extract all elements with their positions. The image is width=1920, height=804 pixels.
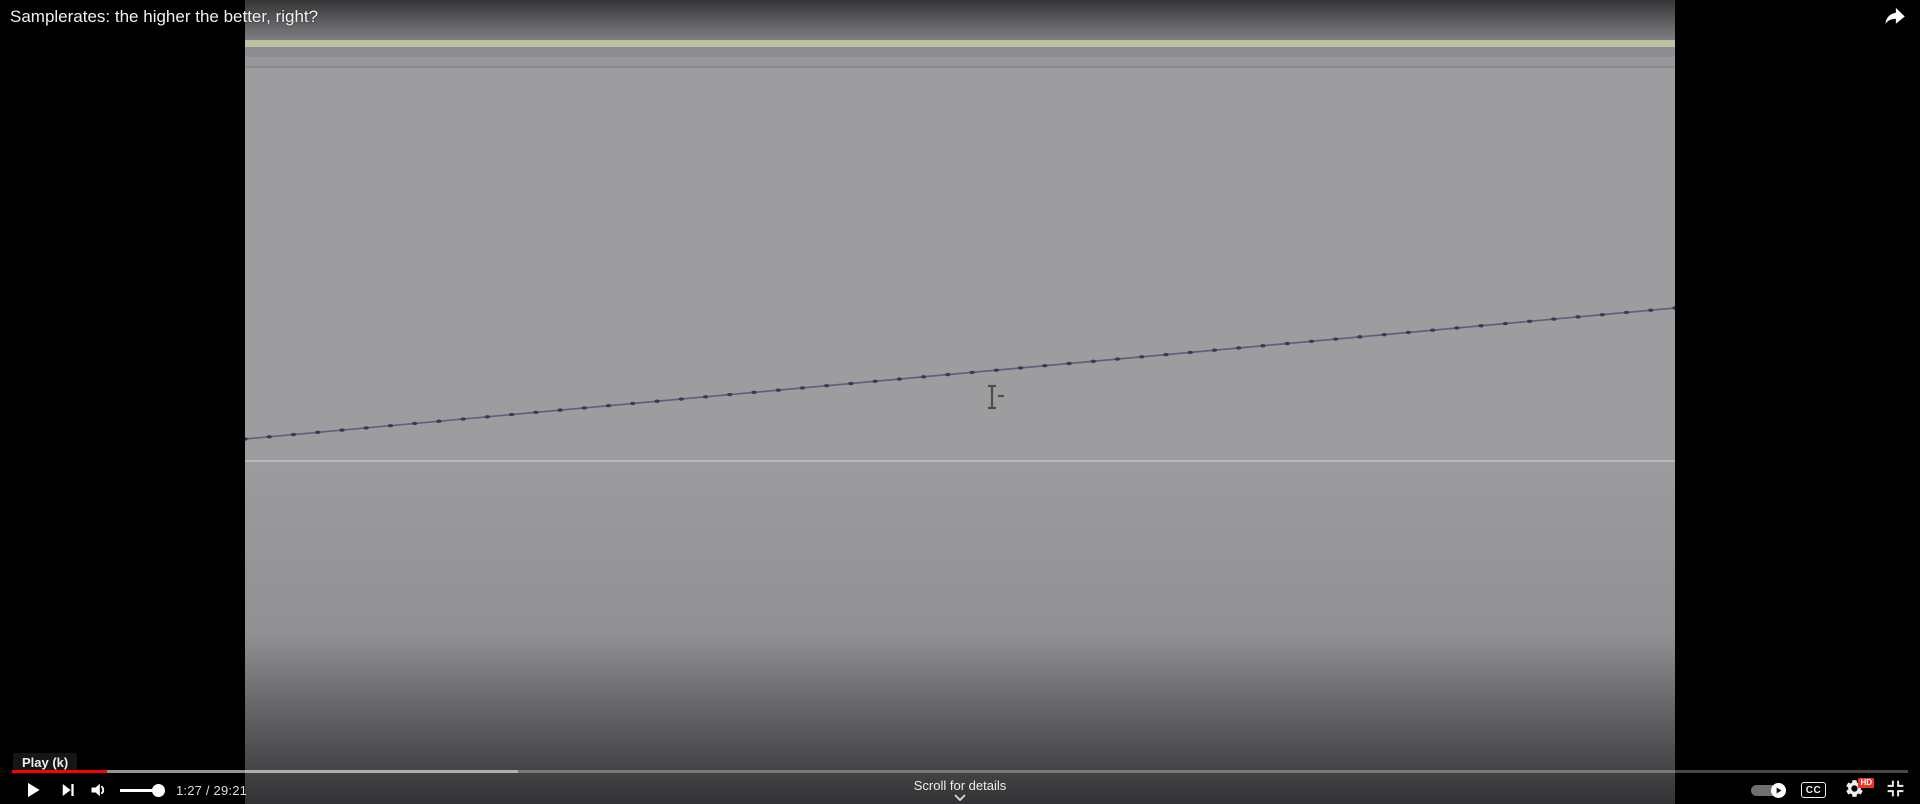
waveform-sample-line (245, 306, 1675, 441)
settings-button[interactable]: HD (1841, 776, 1874, 804)
exit-fullscreen-icon (1887, 780, 1903, 797)
autoplay-toggle-knob (1771, 783, 1786, 798)
autoplay-play-icon (1776, 787, 1782, 794)
scroll-for-details-label[interactable]: Scroll for details (0, 778, 1920, 793)
share-button[interactable] (1882, 4, 1908, 30)
exit-fullscreen-button[interactable] (1882, 776, 1908, 804)
volume-button[interactable] (84, 776, 114, 804)
autoplay-toggle[interactable] (1751, 776, 1786, 804)
youtube-player: Samplerates: the higher the better, righ… (0, 0, 1920, 804)
hd-quality-badge: HD (1858, 778, 1874, 788)
volume-icon (91, 783, 105, 797)
next-icon (62, 784, 74, 796)
share-icon (1885, 7, 1905, 24)
play-icon (28, 782, 40, 798)
ibeam-cursor-icon (988, 384, 1004, 410)
next-button[interactable] (52, 776, 84, 804)
video-title: Samplerates: the higher the better, righ… (10, 7, 319, 26)
controls-left: 1:27 / 29:21 (14, 776, 247, 804)
controls-right: CC HD (1751, 776, 1908, 804)
progress-played (12, 770, 107, 773)
control-bar: 1:27 / 29:21 Scroll for details CC HD (0, 776, 1920, 804)
play-button[interactable] (14, 776, 52, 804)
video-frame[interactable] (245, 0, 1675, 804)
volume-slider[interactable] (120, 776, 165, 804)
volume-slider-knob[interactable] (152, 784, 165, 797)
controls-center: Scroll for details (0, 776, 1920, 801)
chevron-down-icon[interactable] (954, 794, 966, 801)
progress-bar[interactable] (12, 770, 1908, 773)
subtitles-button[interactable]: CC (1801, 782, 1826, 798)
time-display: 1:27 / 29:21 (176, 782, 248, 798)
